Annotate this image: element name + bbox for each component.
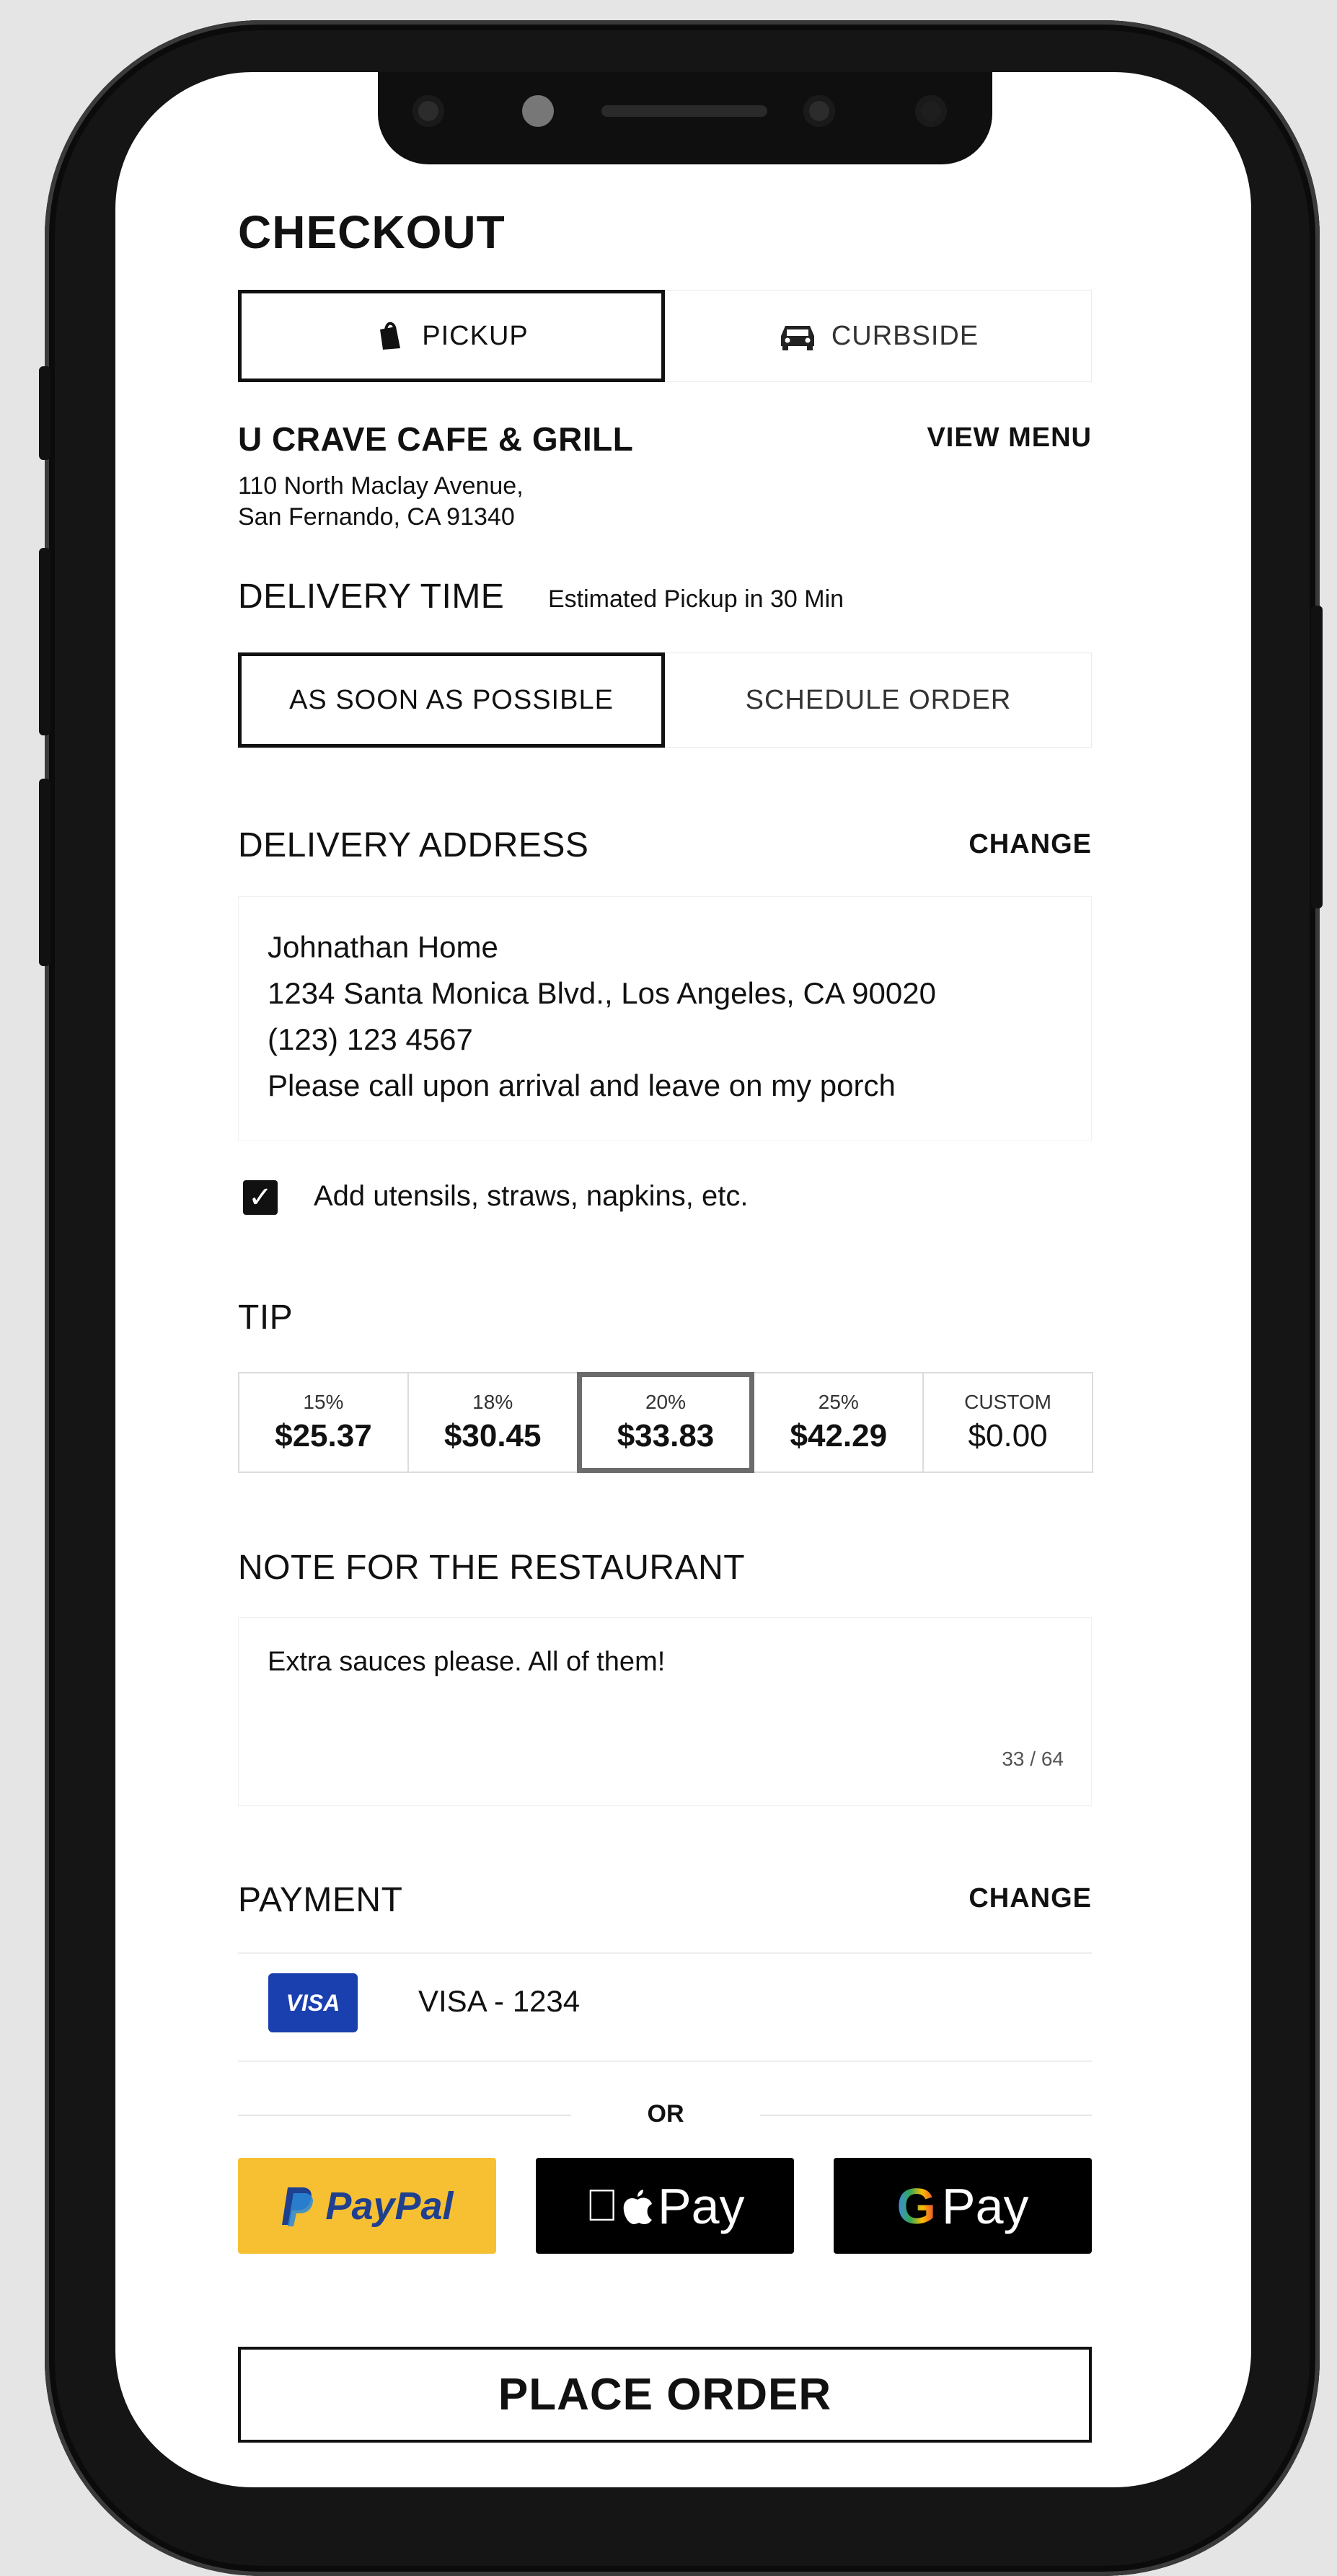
sensor-icon xyxy=(803,95,835,127)
sensor-icon xyxy=(915,95,947,127)
volume-down-button xyxy=(39,779,50,966)
paypal-button[interactable]: PayPal xyxy=(238,2158,496,2254)
note-textarea[interactable]: Extra sauces please. All of them! 33 / 6… xyxy=(238,1617,1092,1806)
tip-option-18[interactable]: 18% $30.45 xyxy=(407,1372,578,1473)
asap-option[interactable]: AS SOON AS POSSIBLE xyxy=(238,652,665,748)
or-divider-left xyxy=(238,2115,571,2116)
visa-card-icon: VISA xyxy=(268,1973,358,2032)
card-top-divider xyxy=(238,1952,1092,1954)
view-menu-link[interactable]: VIEW MENU xyxy=(894,422,1092,453)
address-street: 1234 Santa Monica Blvd., Los Angeles, CA… xyxy=(268,976,936,1010)
tip-amount: $33.83 xyxy=(617,1418,715,1453)
google-pay-label: Pay xyxy=(941,2177,1029,2234)
pickup-estimate: Estimated Pickup in 30 Min xyxy=(548,585,844,613)
tip-option-20[interactable]: 20% $33.83 xyxy=(576,1372,755,1473)
delivery-address-heading: DELIVERY ADDRESS xyxy=(238,826,589,864)
apple-logo-icon:  xyxy=(585,2180,619,2231)
pickup-toggle[interactable]: PICKUP xyxy=(238,290,665,382)
speaker-grille xyxy=(601,105,767,117)
utensils-checkbox[interactable]: ✓ xyxy=(243,1180,278,1215)
address-instructions: Please call upon arrival and leave on my… xyxy=(268,1068,896,1102)
tip-pct: 18% xyxy=(472,1391,513,1413)
pickup-label: PICKUP xyxy=(422,320,529,351)
asap-label: AS SOON AS POSSIBLE xyxy=(289,684,614,715)
tip-pct: 15% xyxy=(303,1391,344,1413)
card-label[interactable]: VISA - 1234 xyxy=(418,1984,580,2019)
paypal-logo-icon xyxy=(282,2187,314,2226)
tip-amount: $25.37 xyxy=(275,1418,372,1453)
page-title: CHECKOUT xyxy=(238,206,506,258)
restaurant-address-line2: San Fernando, CA 91340 xyxy=(238,503,515,531)
mute-switch xyxy=(39,366,50,460)
tip-options: 15% $25.37 18% $30.45 20% $33.83 25% $42… xyxy=(238,1372,1093,1473)
payment-heading: PAYMENT xyxy=(238,1881,403,1919)
phone-notch xyxy=(378,72,992,164)
tip-option-15[interactable]: 15% $25.37 xyxy=(238,1372,409,1473)
address-card[interactable]: Johnathan Home 1234 Santa Monica Blvd., … xyxy=(238,896,1092,1141)
note-heading: NOTE FOR THE RESTAURANT xyxy=(238,1549,746,1587)
curbside-label: CURBSIDE xyxy=(831,320,979,351)
tip-amount: $42.29 xyxy=(790,1418,888,1453)
car-icon xyxy=(780,326,814,350)
tip-option-custom[interactable]: CUSTOM $0.00 xyxy=(922,1372,1093,1473)
front-camera-icon xyxy=(412,95,444,127)
address-phone: (123) 123 4567 xyxy=(268,1022,473,1056)
schedule-order-option[interactable]: SCHEDULE ORDER xyxy=(665,652,1092,748)
tip-heading: TIP xyxy=(238,1298,294,1337)
place-order-button[interactable]: PLACE ORDER xyxy=(238,2347,1092,2443)
apple-pay-button[interactable]:  Pay xyxy=(536,2158,794,2254)
card-bottom-divider xyxy=(238,2061,1092,2062)
screen: CHECKOUT PICKUP CURBSIDE U CRAVE CAFE & … xyxy=(115,72,1251,2487)
utensils-label: Add utensils, straws, napkins, etc. xyxy=(314,1180,749,1212)
paypal-label: PayPal xyxy=(325,2184,454,2228)
or-divider-right xyxy=(760,2115,1092,2116)
schedule-order-label: SCHEDULE ORDER xyxy=(745,684,1012,715)
power-button xyxy=(1311,606,1323,908)
note-char-counter: 33 / 64 xyxy=(1002,1748,1064,1770)
tip-amount: $30.45 xyxy=(444,1418,542,1453)
google-g-icon: G xyxy=(896,2177,936,2234)
tip-option-25[interactable]: 25% $42.29 xyxy=(753,1372,925,1473)
volume-up-button xyxy=(39,548,50,735)
sensor-icon xyxy=(522,95,554,127)
delivery-time-heading: DELIVERY TIME xyxy=(238,577,505,616)
or-label: OR xyxy=(647,2100,684,2128)
tip-amount: $0.00 xyxy=(968,1418,1048,1453)
apple-pay-label: Pay xyxy=(640,2177,745,2234)
restaurant-name: U CRAVE CAFE & GRILL xyxy=(238,420,634,458)
address-name: Johnathan Home xyxy=(268,930,498,964)
place-order-label: PLACE ORDER xyxy=(498,2370,832,2420)
tip-pct: CUSTOM xyxy=(964,1391,1051,1413)
tip-pct: 20% xyxy=(645,1391,687,1413)
restaurant-address-line1: 110 North Maclay Avenue, xyxy=(238,472,524,500)
apple-icon xyxy=(623,2189,652,2224)
tip-pct: 25% xyxy=(818,1391,859,1413)
change-address-link[interactable]: CHANGE xyxy=(894,829,1092,860)
change-payment-link[interactable]: CHANGE xyxy=(894,1883,1092,1914)
curbside-toggle[interactable]: CURBSIDE xyxy=(665,290,1092,382)
google-pay-button[interactable]: G Pay xyxy=(834,2158,1092,2254)
checkmark-icon: ✓ xyxy=(248,1182,273,1213)
note-text: Extra sauces please. All of them! xyxy=(268,1647,666,1677)
bag-icon xyxy=(380,322,401,350)
